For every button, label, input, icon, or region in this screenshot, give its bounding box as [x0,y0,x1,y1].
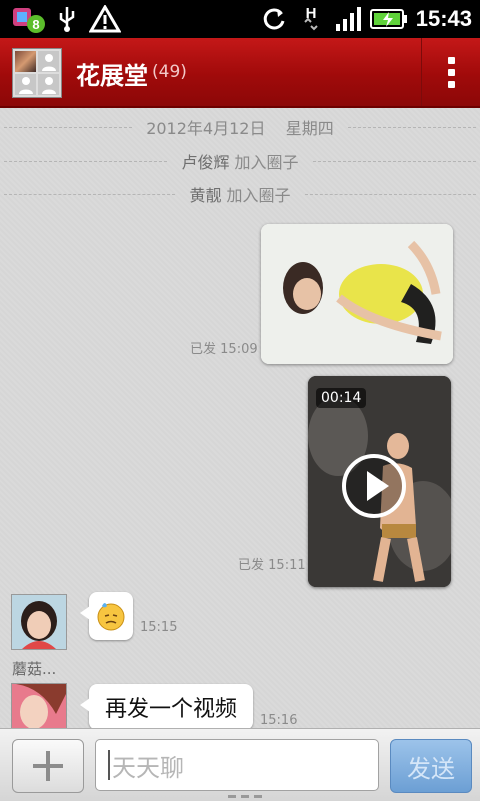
group-avatar[interactable] [12,48,62,98]
member-photo-thumb [15,51,36,72]
message-status-time: 已发 15:11 [238,554,306,573]
date-separator: 2012年4月12日 星期四 [0,114,480,140]
sent-image-message[interactable] [261,224,453,364]
signal-icon [334,4,364,34]
clock: 15:43 [415,6,472,31]
group-title[interactable]: 花展堂 [76,56,148,91]
person-placeholder-icon [15,74,36,95]
join-user-name[interactable]: 黄靓 [189,186,221,205]
join-notice: 卢俊辉 加入圈子 [0,148,480,174]
date-text: 2012年4月12日 [146,119,266,138]
member-count: (49) [152,62,187,82]
group-header: 花展堂 (49) [0,38,480,108]
photo-thumbnail [261,224,453,364]
send-button[interactable]: 发送 [390,739,472,793]
message-input[interactable]: 天天聊 [95,739,379,791]
status-bar: 8 H 15:43 [0,0,480,38]
person-placeholder-icon [38,51,59,72]
sweat-face-icon [97,603,125,631]
message-time: 15:09 [220,342,258,357]
sent-status: 已发 [190,342,217,357]
chat-message-list[interactable]: 2012年4月12日 星期四 卢俊辉 加入圈子 黄靓 加入圈子 已发 15:09 [0,108,480,728]
video-duration: 00:14 [316,388,367,408]
message-status-time: 已发 15:09 [190,338,258,357]
received-text-message[interactable]: 再发一个视频 [80,684,253,728]
usb-icon [54,4,80,34]
message-time: 15:16 [260,713,298,728]
page-indicator [228,795,262,798]
weekday-text: 星期四 [285,119,334,138]
overflow-menu-icon[interactable] [421,38,480,106]
battery-charging-icon [370,4,408,34]
person-placeholder-icon [38,74,59,95]
sender-avatar[interactable] [11,683,67,728]
sent-video-message[interactable]: 00:14 [308,376,451,587]
sender-avatar[interactable] [11,594,67,650]
join-action: 加入圈子 [234,153,299,172]
warning-icon [88,4,122,34]
received-emoji-message[interactable] [80,592,133,640]
message-time: 15:11 [268,558,306,573]
join-action: 加入圈子 [226,186,291,205]
app-notification-icon: 8 [10,4,46,34]
sender-name: 蘑菇... [12,660,57,678]
join-user-name[interactable]: 卢俊辉 [181,153,229,172]
text-caret [108,750,110,780]
notification-badge: 8 [32,17,39,32]
attach-plus-button[interactable] [12,739,84,793]
network-h-icon: H [298,4,324,34]
sync-icon [260,4,288,34]
message-time: 15:15 [140,620,178,635]
sent-status: 已发 [238,558,265,573]
message-input-placeholder: 天天聊 [112,753,184,782]
join-notice: 黄靓 加入圈子 [0,181,480,207]
compose-bar: 天天聊 发送 [0,728,480,801]
play-icon[interactable] [342,454,406,518]
